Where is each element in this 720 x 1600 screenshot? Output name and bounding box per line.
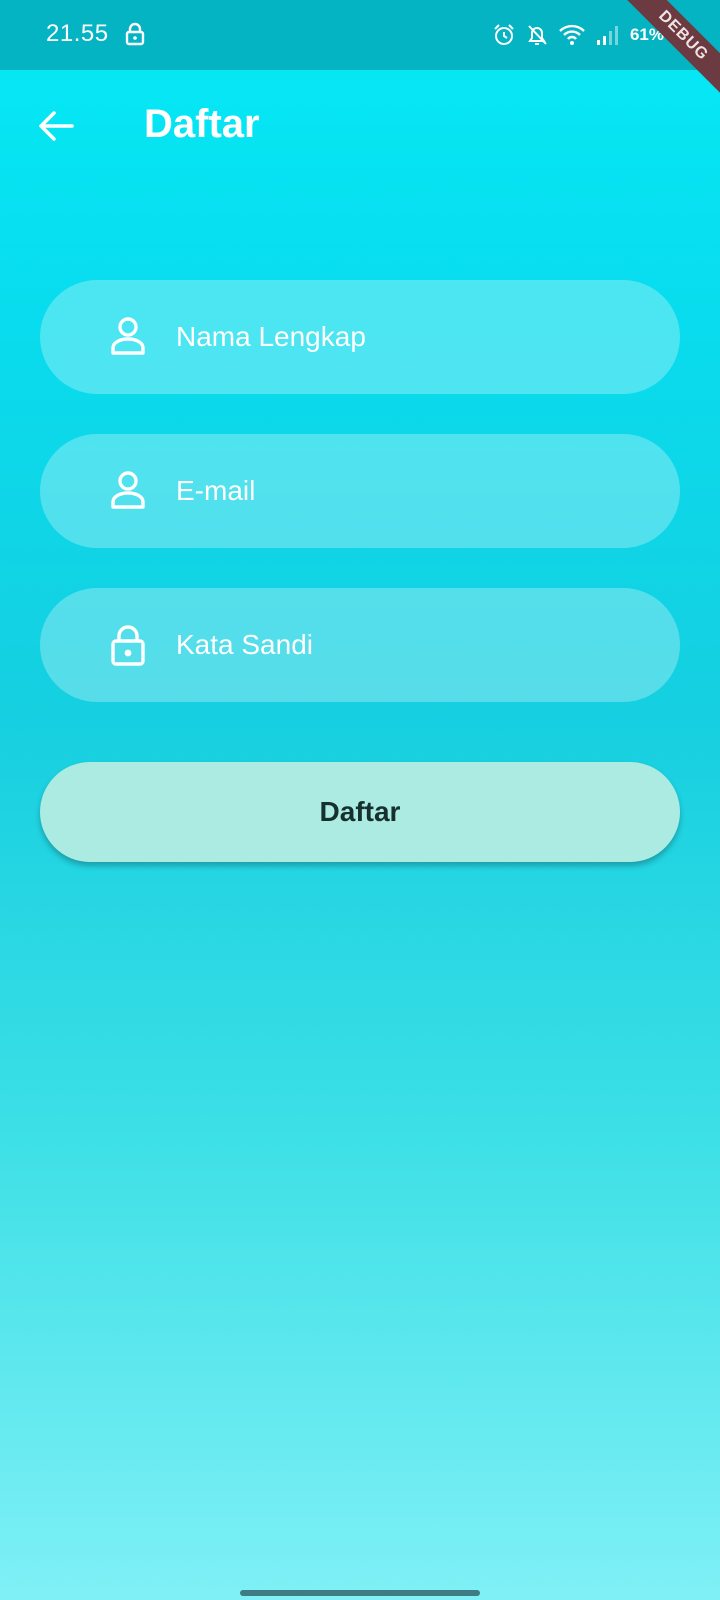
password-placeholder: Kata Sandi (176, 629, 313, 660)
status-bar: 21.55 61% (0, 0, 720, 70)
alarm-icon (492, 23, 516, 47)
lock-status-icon (125, 22, 145, 46)
lock-icon (108, 623, 148, 667)
back-button[interactable] (34, 104, 78, 148)
page-title: Daftar (144, 102, 260, 146)
app-bar: Daftar (0, 70, 720, 186)
arrow-back-icon (39, 111, 74, 141)
notifications-off-icon (526, 23, 548, 47)
status-icons: 61% (492, 20, 664, 50)
password-field[interactable]: Kata Sandi (40, 588, 680, 702)
register-button[interactable]: Daftar (40, 762, 680, 862)
wifi-icon (558, 24, 586, 46)
person-icon (108, 315, 148, 359)
full-name-placeholder: Nama Lengkap (176, 321, 366, 352)
status-time: 21.55 (46, 20, 109, 47)
email-placeholder: E-mail (176, 475, 256, 506)
home-indicator[interactable] (240, 1590, 480, 1596)
email-field[interactable]: E-mail (40, 434, 680, 548)
full-name-field[interactable]: Nama Lengkap (40, 280, 680, 394)
person-icon (108, 469, 148, 513)
signal-icon (596, 24, 620, 46)
